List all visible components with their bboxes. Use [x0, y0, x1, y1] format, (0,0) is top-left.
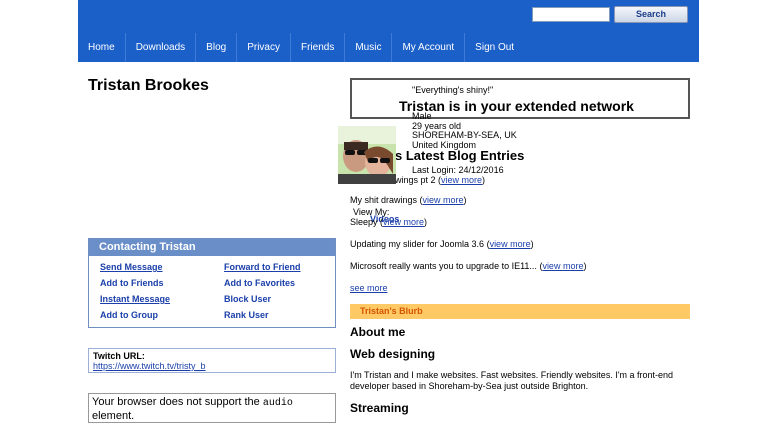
- extended-network-text: Tristan is in your extended network: [399, 98, 634, 114]
- twitch-box: Twitch URL: https://www.twitch.tv/tristy…: [88, 348, 336, 373]
- blog-entry-1: wings pt 2 (view more): [395, 175, 486, 185]
- add-to-friends-link[interactable]: Add to Friends: [100, 277, 224, 289]
- profile-photo[interactable]: [338, 126, 396, 184]
- forward-to-friend-link[interactable]: Forward to Friend: [224, 261, 344, 273]
- add-to-group-link[interactable]: Add to Group: [100, 309, 224, 321]
- view-more-link[interactable]: view more: [383, 217, 424, 227]
- rank-user-link[interactable]: Rank User: [224, 309, 344, 321]
- nav-friends[interactable]: Friends: [291, 33, 346, 62]
- audio-fallback: Your browser does not support the audio e…: [88, 393, 336, 423]
- nav-blog[interactable]: Blog: [196, 33, 238, 62]
- profile-name: Tristan Brookes: [88, 77, 209, 94]
- audio-code: audio: [262, 398, 293, 409]
- block-user-link[interactable]: Block User: [224, 293, 344, 305]
- blurb-text: I'm Tristan and I make websites. Fast we…: [350, 370, 674, 391]
- view-more-link[interactable]: view more: [423, 195, 464, 205]
- contact-title: Contacting Tristan: [89, 239, 335, 256]
- blog-entry-2: My shit drawings (view more): [350, 195, 467, 205]
- contact-links: Send Message Forward to Friend Add to Fr…: [89, 256, 335, 321]
- nav-sign-out[interactable]: Sign Out: [465, 33, 524, 62]
- view-more-link[interactable]: view more: [542, 261, 583, 271]
- profile-last-login: Last Login: 24/12/2016: [412, 165, 504, 175]
- nav-music[interactable]: Music: [345, 33, 393, 62]
- nav-privacy[interactable]: Privacy: [237, 33, 291, 62]
- audio-fallback-text: Your browser does not support the: [92, 396, 263, 408]
- blog-entry-title[interactable]: Sleepy: [350, 217, 380, 227]
- profile-gender: Male: [412, 111, 432, 121]
- nav-my-account[interactable]: My Account: [392, 33, 466, 62]
- site-header: Search Home Downloads Blog Privacy Frien…: [78, 0, 699, 62]
- profile-photo-image: [338, 126, 396, 184]
- streaming-heading: Streaming: [350, 401, 409, 415]
- blog-entry-title[interactable]: Updating my slider for Joomla 3.6: [350, 239, 487, 249]
- web-designing-heading: Web designing: [350, 347, 436, 361]
- main-nav: Home Downloads Blog Privacy Friends Musi…: [78, 33, 524, 62]
- blog-entry-title[interactable]: wings pt 2: [395, 175, 438, 185]
- view-more-link[interactable]: view more: [490, 239, 531, 249]
- blog-entry-title[interactable]: Microsoft really wants you to upgrade to…: [350, 261, 539, 271]
- see-more-link[interactable]: see more: [350, 283, 388, 293]
- contact-box: Contacting Tristan Send Message Forward …: [88, 238, 336, 328]
- blog-entry-5: Microsoft really wants you to upgrade to…: [350, 261, 587, 271]
- blog-entry-title[interactable]: My shit drawings: [350, 195, 420, 205]
- nav-downloads[interactable]: Downloads: [126, 33, 197, 62]
- blog-entry-3: Sleepy (view more): [350, 217, 428, 227]
- profile-mood: "Everything's shiny!": [412, 85, 494, 95]
- page-gutter-right: [699, 0, 777, 423]
- about-me-heading: About me: [350, 325, 406, 339]
- view-more-link[interactable]: view more: [441, 175, 482, 185]
- search-input[interactable]: [532, 7, 610, 22]
- page-gutter-left: [0, 0, 78, 423]
- send-message-link[interactable]: Send Message: [100, 261, 224, 273]
- instant-message-link[interactable]: Instant Message: [100, 293, 224, 305]
- add-to-favorites-link[interactable]: Add to Favorites: [224, 277, 344, 289]
- search-button[interactable]: Search: [614, 6, 688, 23]
- blurb-title-bar: Tristan's Blurb: [350, 304, 690, 319]
- blog-heading: s Latest Blog Entries: [395, 148, 525, 163]
- blog-entry-4: Updating my slider for Joomla 3.6 (view …: [350, 239, 534, 249]
- twitch-label: Twitch URL:: [93, 351, 145, 361]
- audio-fallback-end: element.: [92, 410, 135, 422]
- twitch-url-link[interactable]: https://www.twitch.tv/tristy_b: [93, 361, 331, 371]
- nav-home[interactable]: Home: [78, 33, 126, 62]
- profile-page: Search Home Downloads Blog Privacy Frien…: [78, 0, 699, 423]
- profile-city: SHOREHAM-BY-SEA, UK: [412, 130, 517, 140]
